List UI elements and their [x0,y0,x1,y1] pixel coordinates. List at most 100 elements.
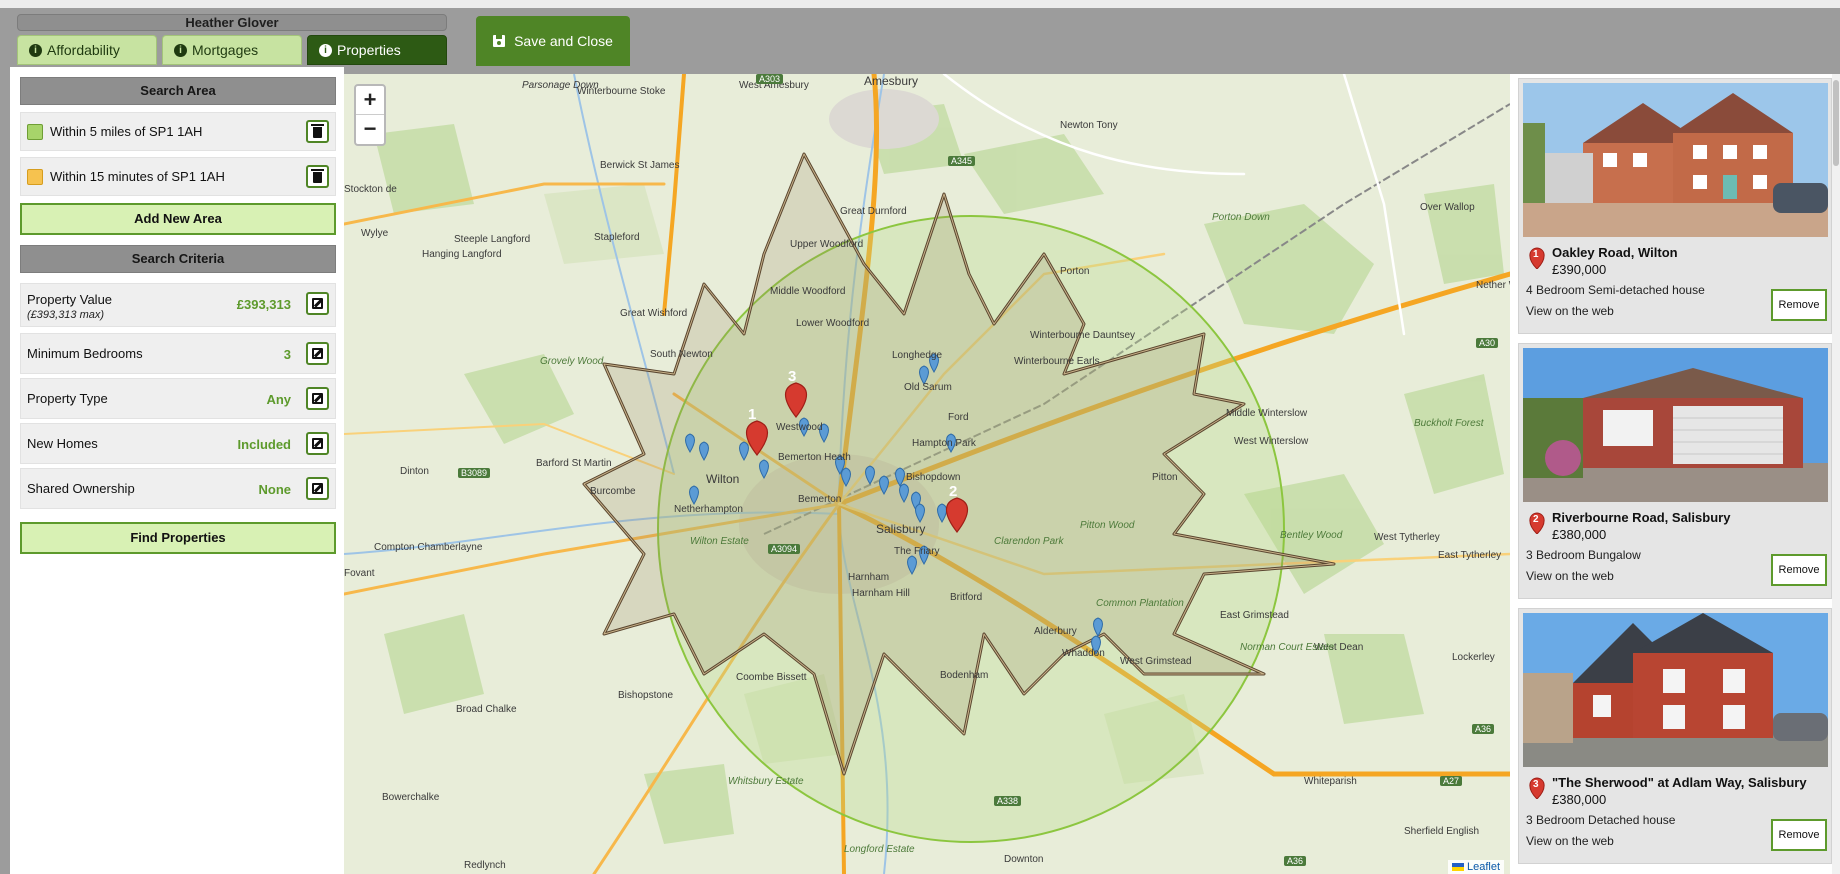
criteria-label: Minimum Bedrooms [27,346,143,361]
criteria-value: 3 [283,347,291,362]
map-pin-1-label[interactable]: 1 [748,406,756,423]
road-label: A36 [1472,724,1495,734]
attribution-link[interactable]: Leaflet [1467,861,1500,873]
property-photo[interactable] [1523,348,1828,502]
place-label: East Grimstead [1220,610,1289,621]
delete-area-button[interactable] [306,165,329,188]
criteria-label: Property Value [27,292,113,307]
place-label: Winterbourne Earls [1014,356,1100,367]
find-properties-button[interactable]: Find Properties [20,522,336,554]
add-new-area-button[interactable]: Add New Area [20,203,336,235]
place-label: Wilton Estate [690,536,749,547]
view-on-web-link[interactable]: View on the web [1526,834,1614,848]
tab-mortgages[interactable]: i Mortgages [162,35,302,65]
place-label: Ford [948,412,969,423]
tab-affordability[interactable]: i Affordability [17,35,157,65]
view-on-web-link[interactable]: View on the web [1526,569,1614,583]
place-label: Harnham [848,572,890,583]
zoom-out-button[interactable]: − [356,115,384,144]
ukraine-flag-icon [1451,863,1464,872]
criteria-label: New Homes [27,436,98,451]
place-label: Lower Woodford [796,318,870,329]
edit-icon [312,298,323,309]
place-label: Old Sarum [904,382,952,393]
property-card: 3 "The Sherwood" at Adlam Way, Salisbury… [1518,608,1832,864]
property-photo[interactable] [1523,83,1828,237]
place-label: Redlynch [464,860,506,871]
place-label: Bemerton [798,494,842,505]
place-label: West Winterslow [1234,436,1309,447]
floppy-disk-icon [493,35,506,47]
tab-properties[interactable]: i Properties [307,35,447,65]
scrollbar-thumb[interactable] [1833,80,1839,166]
search-area-item: Within 15 minutes of SP1 1AH [20,157,336,196]
tab-label: Properties [337,42,401,58]
road-label: A338 [994,796,1022,806]
trash-icon [311,124,324,138]
area-color-swatch [27,123,43,140]
map-pin-3-label[interactable]: 3 [788,368,796,385]
place-label: Middle Woodford [770,286,846,297]
zoom-control: + − [354,84,386,146]
map-pin-2-label[interactable]: 2 [949,483,957,500]
edit-criteria-button[interactable] [306,432,329,455]
search-area-header: Search Area [20,77,336,105]
card-pin-number: 1 [1533,249,1539,260]
place-label: Common Plantation [1096,598,1184,609]
place-label: Fovant [344,568,375,579]
place-label: Bowerchalke [382,792,440,803]
place-label: Over Wallop [1420,202,1475,213]
place-label: Pitton Wood [1080,520,1135,531]
edit-criteria-button[interactable] [306,387,329,410]
criteria-row-min-bedrooms: Minimum Bedrooms 3 [20,333,336,374]
place-label: Norman Court Estate [1240,642,1334,653]
edit-icon [312,348,323,359]
save-and-close-button[interactable]: Save and Close [476,16,630,66]
place-label: Stapleford [594,232,640,243]
property-photo[interactable] [1523,613,1828,767]
criteria-sublabel: (£393,313 max) [27,309,105,321]
criteria-label: Shared Ownership [27,481,135,496]
property-price: £390,000 [1552,262,1607,277]
place-label: West Tytherley [1374,532,1440,543]
remove-property-button[interactable]: Remove [1771,554,1827,586]
info-icon: i [319,43,332,57]
place-label: Clarendon Park [994,536,1064,547]
zoom-in-button[interactable]: + [356,86,384,115]
place-label: Hampton Park [912,438,976,449]
place-label: Parsonage Down [522,80,599,91]
criteria-value: Included [237,437,291,452]
criteria-row-shared-ownership: Shared Ownership None [20,468,336,509]
edit-criteria-button[interactable] [306,292,329,315]
place-label: Amesbury [864,74,919,88]
edit-icon [312,483,323,494]
road-label: A345 [948,156,976,166]
delete-area-button[interactable] [306,120,329,143]
place-label: Barford St Martin [536,458,612,469]
map-attribution[interactable]: Leaflet [1447,860,1504,874]
criteria-row-property-type: Property Type Any [20,378,336,419]
top-strip [0,0,1840,8]
edit-criteria-button[interactable] [306,342,329,365]
place-label: Harnham Hill [852,588,910,599]
place-label: Porton Down [1212,212,1270,223]
road-label: A30 [1476,338,1499,348]
place-label: Longhedge [892,350,943,361]
property-title: Riverbourne Road, Salisbury [1552,510,1731,525]
edit-icon [312,393,323,404]
place-label: Berwick St James [600,160,680,171]
remove-property-button[interactable]: Remove [1771,289,1827,321]
results-scrollbar[interactable] [1832,74,1840,874]
edit-criteria-button[interactable] [306,477,329,500]
property-price: £380,000 [1552,527,1607,542]
place-label: Wilton [706,472,740,486]
property-card: 1 Oakley Road, Wilton £390,000 4 Bedroom… [1518,78,1832,334]
remove-property-button[interactable]: Remove [1771,819,1827,851]
search-panel: Search Area Within 5 miles of SP1 1AH Wi… [10,67,344,874]
place-label: Bishopstone [618,690,674,701]
property-description: 4 Bedroom Semi-detached house [1526,283,1705,297]
view-on-web-link[interactable]: View on the web [1526,304,1614,318]
place-label: West Grimstead [1120,656,1192,667]
property-description: 3 Bedroom Bungalow [1526,548,1641,562]
map-view[interactable]: 1 2 3 Amesbury West Amesbury Winterbourn… [344,74,1510,874]
